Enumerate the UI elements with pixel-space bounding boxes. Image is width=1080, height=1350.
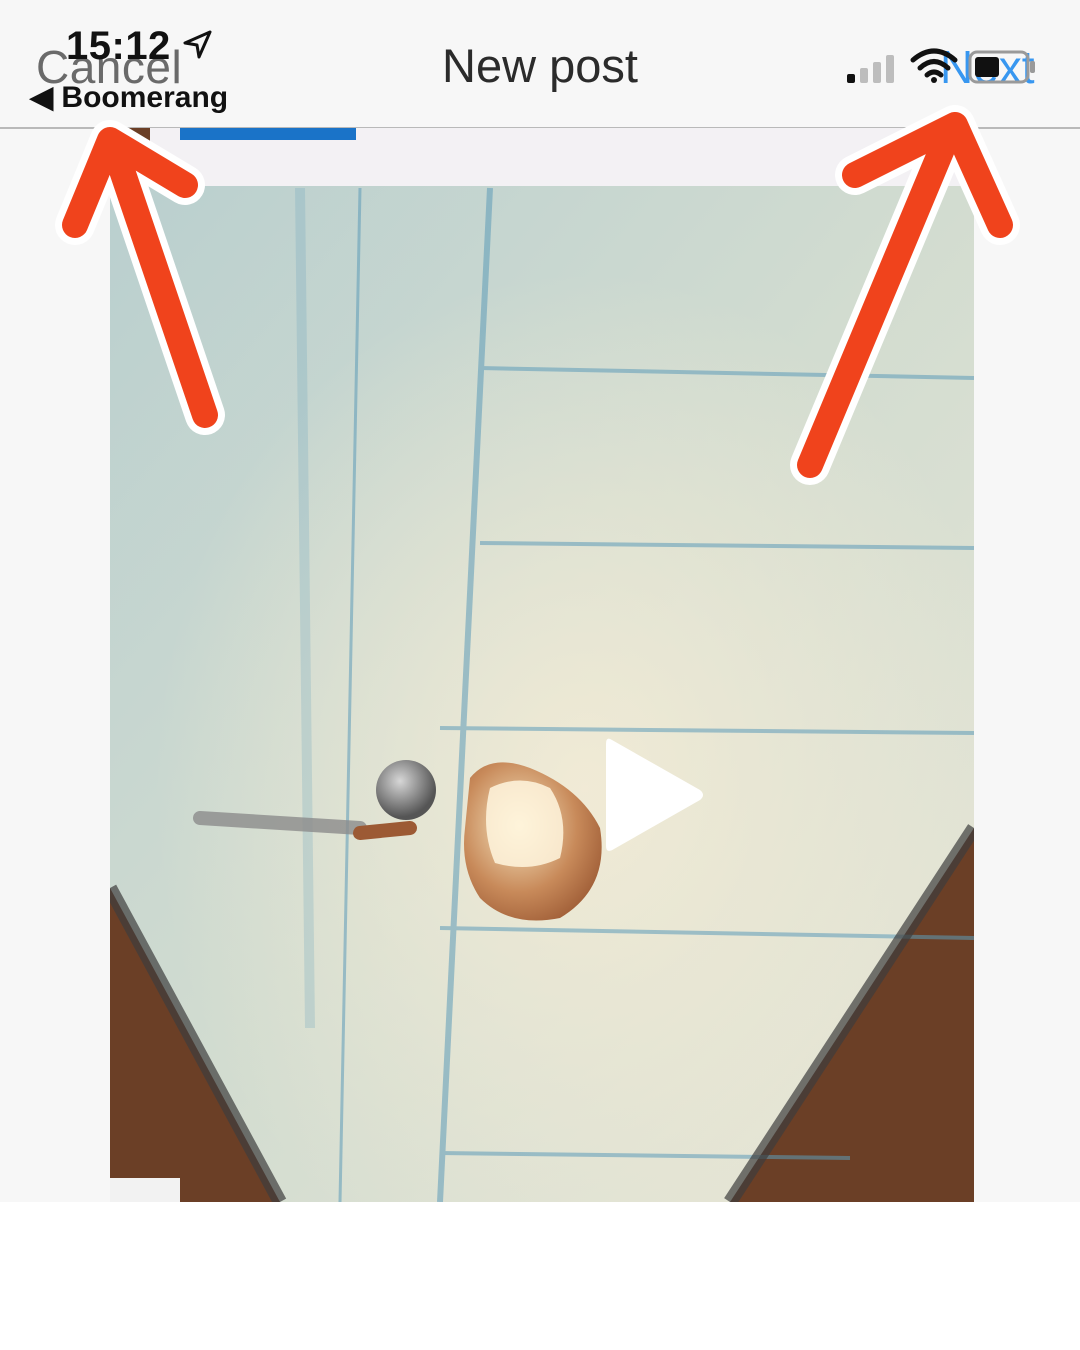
location-arrow-icon bbox=[183, 30, 212, 59]
video-preview[interactable] bbox=[110, 128, 974, 1202]
wifi-icon bbox=[910, 48, 958, 83]
video-frame bbox=[110, 128, 974, 1202]
cellular-signal-icon bbox=[847, 55, 894, 83]
back-to-app-link[interactable]: ◀ Boomerang bbox=[30, 80, 228, 115]
bottom-panel bbox=[0, 1202, 1080, 1350]
status-time: 15:12 bbox=[66, 24, 171, 68]
battery-icon bbox=[968, 50, 1035, 84]
play-icon[interactable] bbox=[602, 732, 706, 858]
